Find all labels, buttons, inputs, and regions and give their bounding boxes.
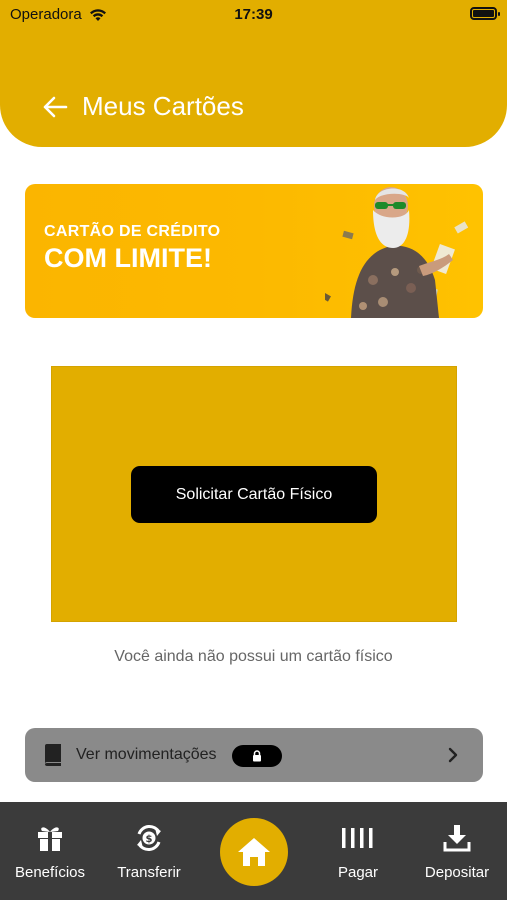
arrow-left-icon <box>43 96 68 118</box>
tab-beneficios-label: Benefícios <box>14 864 86 881</box>
status-bar: Operadora 17:39 <box>0 0 507 30</box>
banner-line2: COM LIMITE! <box>44 243 212 273</box>
tab-beneficios[interactable]: Benefícios <box>8 802 92 900</box>
tab-pagar-label: Pagar <box>337 864 379 881</box>
status-time: 17:39 <box>234 6 273 23</box>
back-button[interactable] <box>40 93 70 121</box>
credit-card-promo-banner[interactable]: CARTÃO DE CRÉDITO COM LIMITE! <box>25 184 483 318</box>
chevron-right-icon <box>448 747 458 763</box>
tab-transferir-label: Transferir <box>117 864 181 881</box>
tab-depositar[interactable]: Depositar <box>414 802 500 900</box>
view-transactions-button[interactable]: Ver movimentações <box>25 728 483 782</box>
banner-person-image <box>325 187 469 318</box>
locked-badge <box>232 745 282 767</box>
app-header: Operadora 17:39 Meus Cartões <box>0 0 507 147</box>
lock-icon <box>253 750 261 762</box>
svg-text:$: $ <box>146 834 153 845</box>
battery-icon <box>470 7 500 20</box>
book-icon <box>45 744 61 766</box>
home-button[interactable] <box>220 818 288 886</box>
download-tray-icon <box>443 825 471 852</box>
gift-icon <box>38 827 62 851</box>
no-card-message: Você ainda não possui um cartão físico <box>114 648 393 665</box>
view-transactions-label: Ver movimentações <box>76 746 217 763</box>
transfer-money-icon: $ <box>137 825 161 851</box>
tab-depositar-label: Depositar <box>424 864 490 881</box>
page-title: Meus Cartões <box>82 91 244 121</box>
request-physical-card-button[interactable]: Solicitar Cartão Físico <box>131 466 377 523</box>
home-icon <box>238 838 270 866</box>
tab-pagar[interactable]: Pagar <box>318 802 398 900</box>
banner-line1: CARTÃO DE CRÉDITO <box>44 223 221 240</box>
barcode-icon <box>342 828 373 848</box>
tab-transferir[interactable]: $ Transferir <box>108 802 190 900</box>
